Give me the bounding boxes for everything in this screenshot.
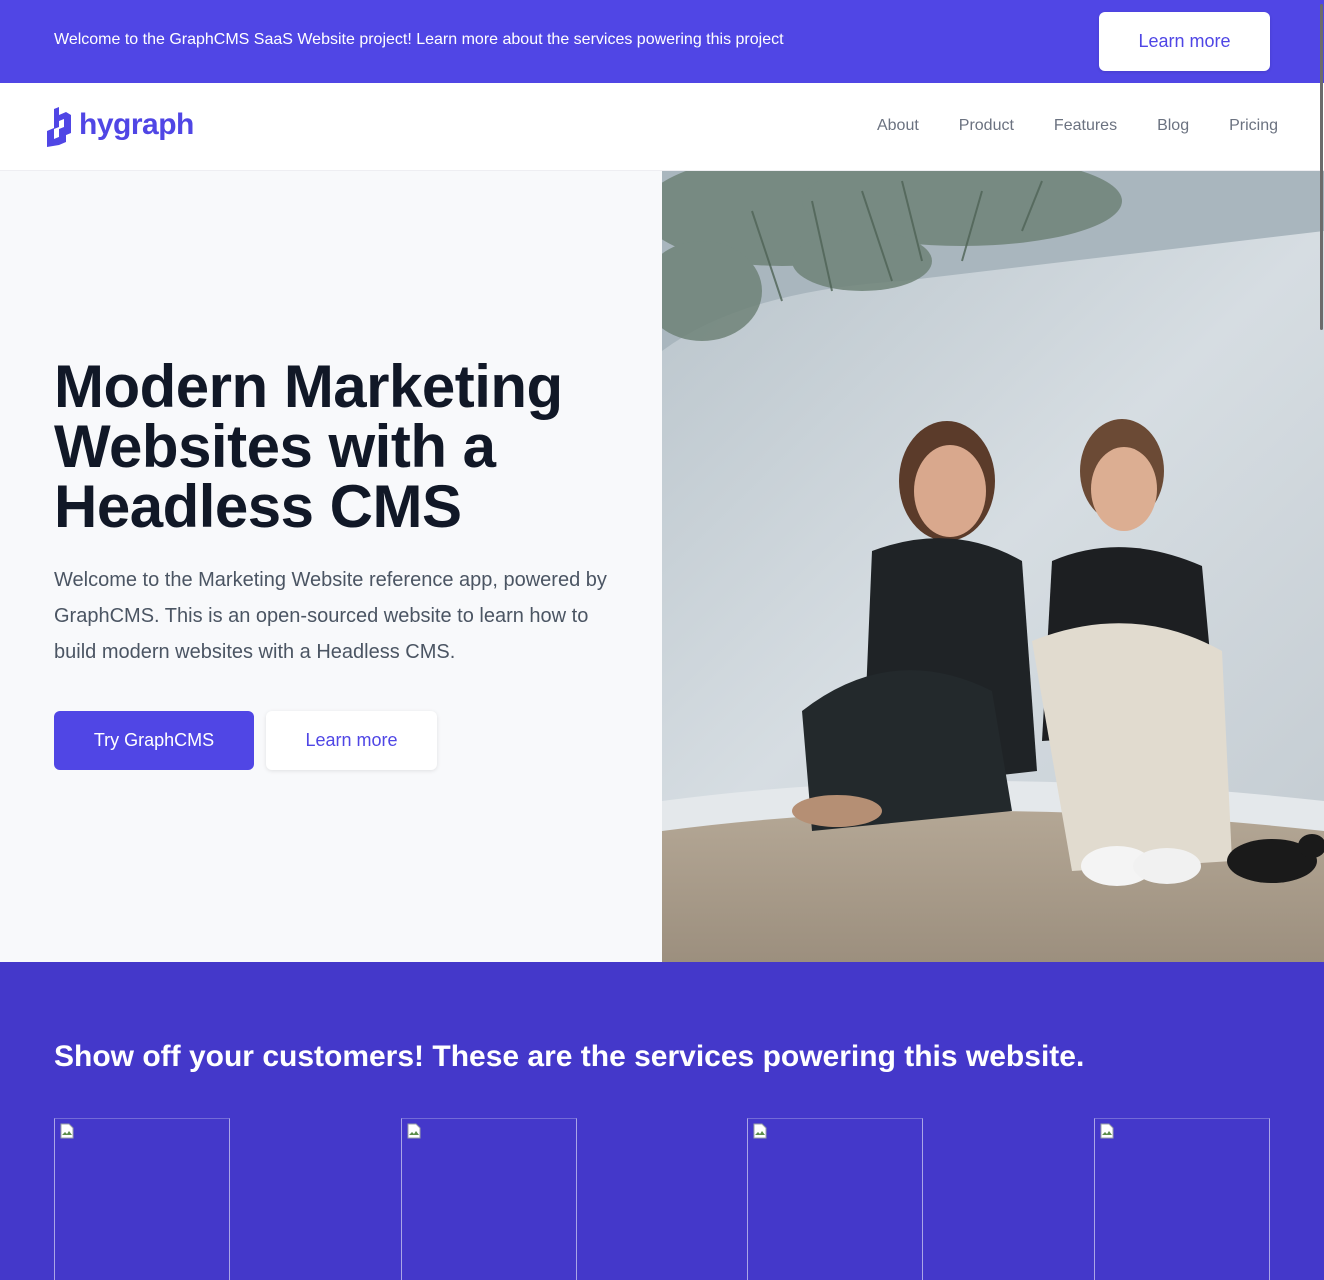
nav-link-product[interactable]: Product [959, 116, 1014, 136]
customer-logo-3 [747, 1118, 923, 1280]
nav-link-features[interactable]: Features [1054, 116, 1117, 136]
hero-photo [662, 171, 1324, 962]
broken-image-icon [407, 1123, 421, 1139]
hero-title: Modern Marketing Websites with a Headles… [54, 353, 563, 540]
hygraph-logo-icon [47, 107, 71, 147]
customers-title: Show off your customers! These are the s… [54, 1040, 1085, 1073]
hero-description: Welcome to the Marketing Website referen… [54, 569, 607, 663]
broken-image-icon [753, 1123, 767, 1139]
announcement-banner: Welcome to the GraphCMS SaaS Website pro… [0, 0, 1324, 83]
hero-image [662, 171, 1324, 962]
logo[interactable]: hygraph [46, 107, 194, 147]
banner-learn-more-button[interactable]: Learn more [1099, 12, 1270, 71]
customer-logo-1 [54, 1118, 230, 1280]
nav-link-pricing[interactable]: Pricing [1229, 116, 1278, 136]
nav-links: About Product Features Blog Pricing [837, 116, 1278, 136]
try-graphcms-button[interactable]: Try GraphCMS [54, 711, 254, 770]
customer-logo-2 [401, 1118, 577, 1280]
nav-link-blog[interactable]: Blog [1157, 116, 1189, 136]
navbar: hygraph About Product Features Blog Pric… [0, 83, 1324, 171]
scrollbar[interactable] [1320, 4, 1323, 330]
broken-image-icon [60, 1123, 74, 1139]
logo-text: hygraph [79, 108, 194, 141]
customer-logo-4 [1094, 1118, 1270, 1280]
hero-learn-more-button[interactable]: Learn more [266, 711, 437, 770]
banner-text: Welcome to the GraphCMS SaaS Website pro… [54, 31, 784, 48]
nav-link-about[interactable]: About [877, 116, 919, 136]
broken-image-icon [1100, 1123, 1114, 1139]
